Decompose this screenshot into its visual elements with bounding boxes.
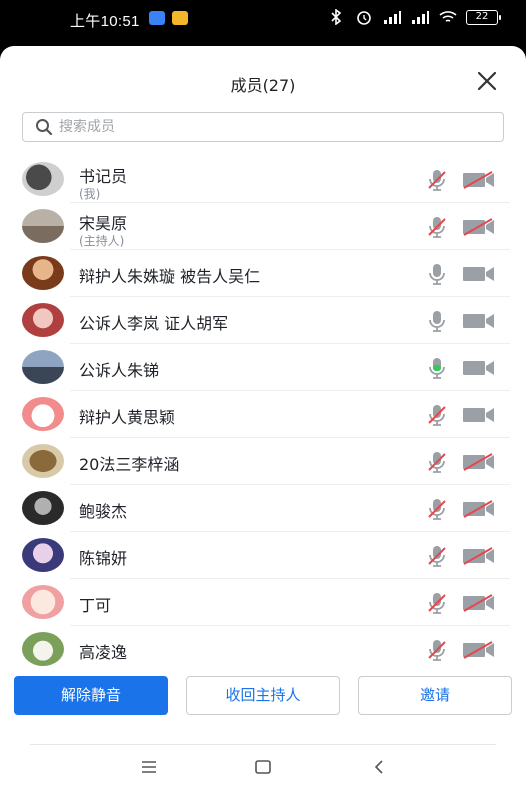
member-row[interactable]: 陈锦妍 — [0, 532, 526, 579]
battery-indicator: 22 — [466, 9, 501, 25]
member-name: 辩护人黄思颖 — [79, 408, 176, 427]
member-list: 书记员 (我) 宋昊原 (主持人) 辩护人朱姝璇 被告人吴仁 公诉人李岚 证人胡… — [0, 156, 526, 673]
camera-off-icon[interactable] — [462, 499, 495, 519]
member-name: 鲍骏杰 — [79, 502, 128, 521]
avatar — [22, 256, 64, 290]
camera-off-icon[interactable] — [462, 593, 495, 613]
status-bar: 上午10:51 22 — [0, 0, 526, 40]
close-icon[interactable] — [476, 70, 498, 92]
camera-icon[interactable] — [462, 264, 495, 284]
camera-icon[interactable] — [462, 358, 495, 378]
member-row[interactable]: 宋昊原 (主持人) — [0, 203, 526, 250]
member-name: 陈锦妍 — [79, 549, 128, 568]
mic-muted-icon[interactable] — [426, 497, 448, 521]
member-row[interactable]: 鲍骏杰 — [0, 485, 526, 532]
member-row[interactable]: 辩护人黄思颖 — [0, 391, 526, 438]
camera-off-icon[interactable] — [462, 452, 495, 472]
member-role: (主持人) — [79, 234, 125, 248]
member-name: 公诉人朱锑 — [79, 361, 160, 380]
action-buttons: 解除静音 收回主持人 邀请 — [14, 676, 514, 716]
avatar — [22, 444, 64, 478]
menu-nav-icon[interactable] — [134, 754, 164, 780]
home-nav-icon[interactable] — [248, 754, 278, 780]
mic-muted-icon[interactable] — [426, 544, 448, 568]
avatar — [22, 162, 64, 196]
camera-off-icon[interactable] — [462, 217, 495, 237]
member-name: 公诉人李岚 证人胡军 — [79, 314, 229, 333]
app-notification-icon — [149, 11, 165, 25]
wifi-icon — [439, 11, 457, 22]
app-notification-icon — [172, 11, 188, 25]
mic-speaking-icon[interactable] — [426, 356, 448, 380]
camera-icon[interactable] — [462, 311, 495, 331]
unmute-all-button[interactable]: 解除静音 — [14, 676, 168, 715]
avatar — [22, 632, 64, 666]
invite-button[interactable]: 邀请 — [358, 676, 512, 715]
status-time: 上午10:51 — [70, 13, 140, 30]
member-name: 20法三李梓涵 — [79, 455, 180, 474]
mic-icon[interactable] — [426, 262, 448, 286]
member-row[interactable]: 高凌逸 — [0, 626, 526, 673]
avatar — [22, 350, 64, 384]
reclaim-host-button[interactable]: 收回主持人 — [186, 676, 340, 715]
mic-icon[interactable] — [426, 309, 448, 333]
mic-muted-icon[interactable] — [426, 403, 448, 427]
member-role: (我) — [79, 187, 101, 201]
member-name: 丁可 — [79, 596, 112, 615]
camera-icon[interactable] — [462, 405, 495, 425]
avatar — [22, 397, 64, 431]
camera-off-icon[interactable] — [462, 170, 495, 190]
avatar — [22, 585, 64, 619]
sheet-title: 成员(27) — [230, 76, 296, 95]
mic-muted-icon[interactable] — [426, 638, 448, 662]
signal-icon — [384, 11, 401, 24]
member-row[interactable]: 书记员 (我) — [0, 156, 526, 203]
member-name: 高凌逸 — [79, 643, 128, 662]
search-box[interactable] — [22, 112, 504, 142]
signal-icon — [412, 11, 429, 24]
back-nav-icon[interactable] — [364, 754, 394, 780]
alarm-icon — [357, 11, 371, 25]
member-row[interactable]: 丁可 — [0, 579, 526, 626]
member-row[interactable]: 公诉人朱锑 — [0, 344, 526, 391]
mic-muted-icon[interactable] — [426, 450, 448, 474]
member-name: 宋昊原 — [79, 214, 128, 233]
member-name: 书记员 — [79, 167, 128, 186]
avatar — [22, 303, 64, 337]
member-name: 辩护人朱姝璇 被告人吴仁 — [79, 267, 261, 286]
divider — [30, 744, 496, 745]
search-input[interactable] — [59, 119, 459, 135]
member-row[interactable]: 公诉人李岚 证人胡军 — [0, 297, 526, 344]
members-sheet: 成员(27) 书记员 (我) 宋昊原 (主持人) 辩护人朱姝璇 被告人吴仁 — [0, 46, 526, 789]
member-row[interactable]: 20法三李梓涵 — [0, 438, 526, 485]
bluetooth-icon — [331, 9, 342, 25]
status-icons: 22 — [326, 9, 501, 25]
avatar — [22, 209, 64, 243]
mic-muted-icon[interactable] — [426, 168, 448, 192]
member-row[interactable]: 辩护人朱姝璇 被告人吴仁 — [0, 250, 526, 297]
camera-off-icon[interactable] — [462, 546, 495, 566]
mic-muted-icon[interactable] — [426, 215, 448, 239]
avatar — [22, 491, 64, 525]
mic-muted-icon[interactable] — [426, 591, 448, 615]
search-icon — [36, 119, 53, 136]
camera-off-icon[interactable] — [462, 640, 495, 660]
avatar — [22, 538, 64, 572]
